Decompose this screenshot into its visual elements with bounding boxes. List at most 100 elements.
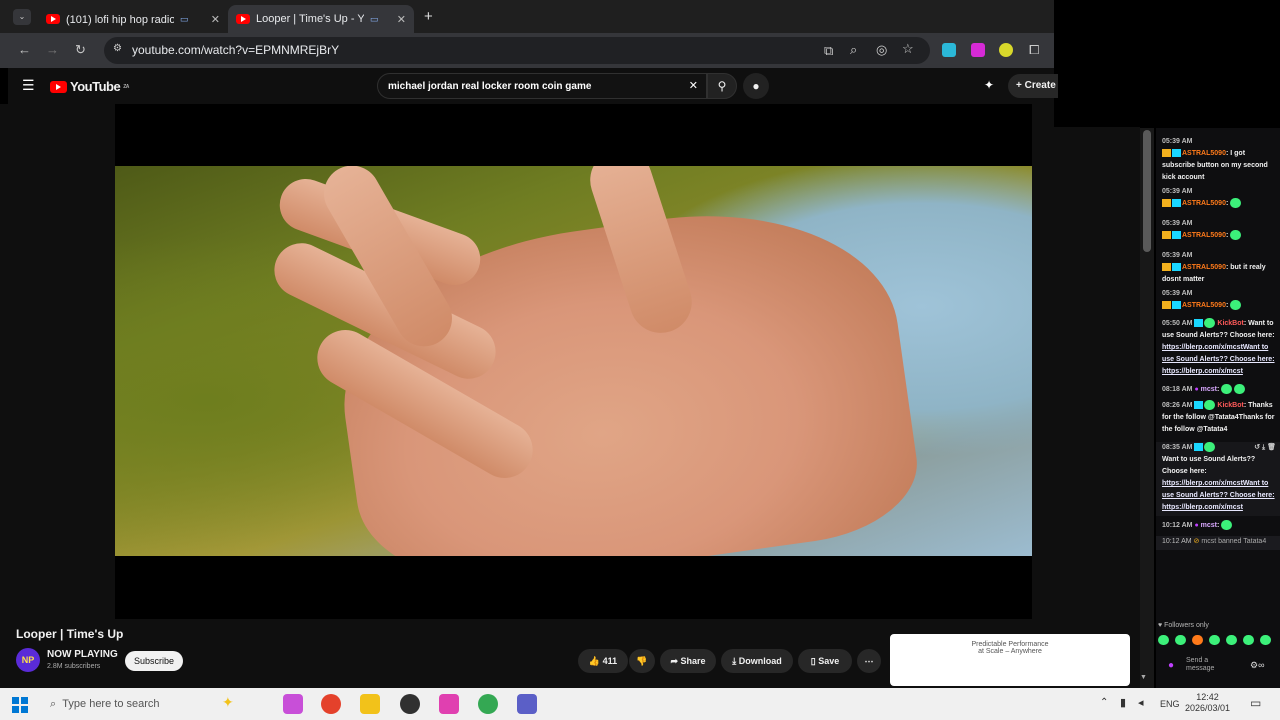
chat-link[interactable]: https://blerp.com/x/mcstWant to use Soun… (1162, 478, 1276, 502)
emote-icon[interactable] (1209, 635, 1220, 645)
create-button[interactable]: + Create (1008, 74, 1058, 98)
page-background-mid (1032, 104, 1054, 128)
chat-link[interactable]: https://blerp.com/x/mcst (1162, 502, 1276, 514)
tab-title: Looper | Time's Up - YouTu (256, 13, 364, 25)
tab-looper[interactable]: Looper | Time's Up - YouTu ▭ ✕ (228, 5, 414, 33)
youtube-logo[interactable]: YouTube ZA (50, 79, 129, 94)
snipping-tool-icon[interactable] (439, 694, 459, 714)
emote-icon[interactable] (1226, 635, 1237, 645)
verified-badge-icon (1204, 400, 1216, 411)
mic-icon[interactable]: ● (1168, 660, 1174, 671)
like-button[interactable]: 👍 411 (578, 649, 628, 673)
chrome-profile-icon[interactable] (478, 694, 498, 714)
extension-icon[interactable] (971, 43, 985, 57)
chat-text: Want to use Sound Alerts?? Choose here: (1162, 456, 1256, 475)
chat-link[interactable]: https://blerp.com/x/mcst (1162, 366, 1276, 378)
avatar[interactable]: NP (16, 648, 40, 672)
clock[interactable]: 12:42 2026/03/01 (1185, 692, 1230, 714)
chat-username[interactable]: mcst (1201, 386, 1217, 393)
browser-toolbar: ← → ↻ ⚙ youtube.com/watch?v=EPMNMREjBrY … (0, 33, 1054, 68)
forward-icon[interactable]: → (46, 42, 59, 57)
emote-icon[interactable] (1192, 635, 1203, 645)
volume-icon[interactable]: ◂ (1138, 696, 1144, 709)
tray-overflow-icon[interactable]: ⌃ (1100, 697, 1108, 708)
emote-icon[interactable] (1260, 635, 1271, 645)
emote-icon (1230, 230, 1242, 241)
close-tab-icon[interactable]: ✕ (211, 13, 220, 26)
obs-icon[interactable] (400, 694, 420, 714)
chrome-icon[interactable] (321, 694, 341, 714)
chat-timestamp: 05:39 AM (1162, 252, 1193, 259)
zoom-icon[interactable]: ⌕ (850, 42, 857, 58)
extension-icon[interactable] (942, 43, 956, 57)
chat-input[interactable]: Send a message (1186, 657, 1228, 673)
chat-username[interactable]: mcst (1201, 522, 1217, 529)
chat-timestamp: 05:50 AM (1162, 320, 1193, 327)
more-actions-button[interactable]: ⋯ (857, 649, 881, 673)
tab-lofi[interactable]: (101) lofi hip hop radio 📚 ▭ ✕ (38, 5, 228, 33)
windows-start-icon[interactable] (12, 697, 28, 713)
emote-icon (1221, 384, 1233, 395)
chat-username[interactable]: ASTRAL5090 (1182, 200, 1226, 207)
bot-badge-icon (1194, 319, 1204, 328)
share-button[interactable]: ➦ Share (660, 649, 716, 673)
pin-icon[interactable]: ⤓ (1262, 444, 1265, 451)
notification-icon[interactable]: ▭ (1250, 696, 1261, 710)
video-title: Looper | Time's Up (16, 627, 124, 641)
search-input[interactable] (386, 80, 670, 93)
install-app-icon[interactable]: ⧉ (824, 43, 833, 59)
chat-message: 08:18 AM ● mcst: (1156, 384, 1280, 398)
site-info-icon[interactable]: ⚙ (113, 43, 122, 54)
chat-username[interactable]: KickBot (1217, 402, 1243, 409)
picture-in-picture-icon: ▭ (180, 13, 189, 24)
video-frame[interactable] (115, 166, 1032, 556)
extension-star-icon[interactable]: ✦ (984, 78, 994, 92)
extension-icon[interactable] (999, 43, 1013, 57)
address-bar[interactable]: ⚙ youtube.com/watch?v=EPMNMREjBrY ⧉ ⌕ ◎ … (104, 37, 930, 64)
new-tab-icon[interactable]: + (424, 8, 433, 25)
scroll-down-icon[interactable]: ▼ (1140, 674, 1147, 681)
file-explorer-icon[interactable] (360, 694, 380, 714)
chat-username[interactable]: ASTRAL5090 (1182, 302, 1226, 309)
teams-icon[interactable] (517, 694, 537, 714)
emote-icon[interactable] (1158, 635, 1169, 645)
taskbar-search[interactable]: ⌕ Type here to search (50, 693, 280, 715)
copilot-icon[interactable] (283, 694, 303, 714)
quick-emote-row (1158, 635, 1280, 649)
voice-search-button[interactable]: ● (743, 73, 769, 99)
chat-message: 10:12 AM ● mcst: (1156, 520, 1280, 534)
chat-link[interactable]: https://blerp.com/x/mcstWant to use Soun… (1162, 342, 1276, 366)
dislike-button[interactable]: 👎 (629, 649, 655, 673)
video-player[interactable]: NP (115, 104, 1032, 619)
reload-icon[interactable]: ↻ (75, 42, 86, 58)
windows-taskbar: ⌕ Type here to search ✦ ⌃ ▮ ◂ ENG 12:42 … (0, 688, 1280, 720)
channel-name[interactable]: NOW PLAYING (47, 649, 118, 660)
search-icon: ⌕ (50, 698, 57, 710)
emote-icon[interactable] (1243, 635, 1254, 645)
ad-banner[interactable]: Predictable Performance at Scale – Anywh… (890, 634, 1130, 686)
menu-icon[interactable]: ☰ (22, 77, 35, 94)
save-button[interactable]: ▯ Save (798, 649, 852, 673)
subscribe-button[interactable]: Subscribe (125, 651, 183, 671)
delete-icon[interactable]: 🗑 (1267, 444, 1276, 451)
download-button[interactable]: ⤓ Download (721, 649, 793, 673)
tab-search-icon[interactable]: ⌄ (13, 9, 31, 25)
reply-icon[interactable]: ↺ (1254, 444, 1260, 451)
search-button[interactable]: ⚲ (707, 73, 737, 99)
extensions-puzzle-icon[interactable]: ⧠ (1029, 42, 1039, 58)
scrollbar-thumb[interactable] (1143, 130, 1151, 252)
chat-username[interactable]: ASTRAL5090 (1182, 232, 1226, 239)
chat-username[interactable]: ASTRAL5090 (1182, 264, 1226, 271)
network-icon[interactable]: ▮ (1120, 696, 1126, 709)
bookmark-star-icon[interactable]: ☆ (902, 41, 914, 57)
eye-off-icon[interactable]: ◎ (876, 42, 887, 58)
language-indicator[interactable]: ENG (1160, 699, 1180, 709)
clear-search-icon[interactable]: ✕ (689, 79, 698, 92)
settings-icon[interactable]: ⚙∞ (1250, 660, 1264, 671)
chat-username[interactable]: ASTRAL5090 (1182, 150, 1226, 157)
emote-icon (1221, 520, 1233, 531)
back-icon[interactable]: ← (18, 42, 31, 57)
emote-icon[interactable] (1175, 635, 1186, 645)
close-tab-icon[interactable]: ✕ (397, 13, 406, 26)
chat-username[interactable]: KickBot (1217, 320, 1243, 327)
